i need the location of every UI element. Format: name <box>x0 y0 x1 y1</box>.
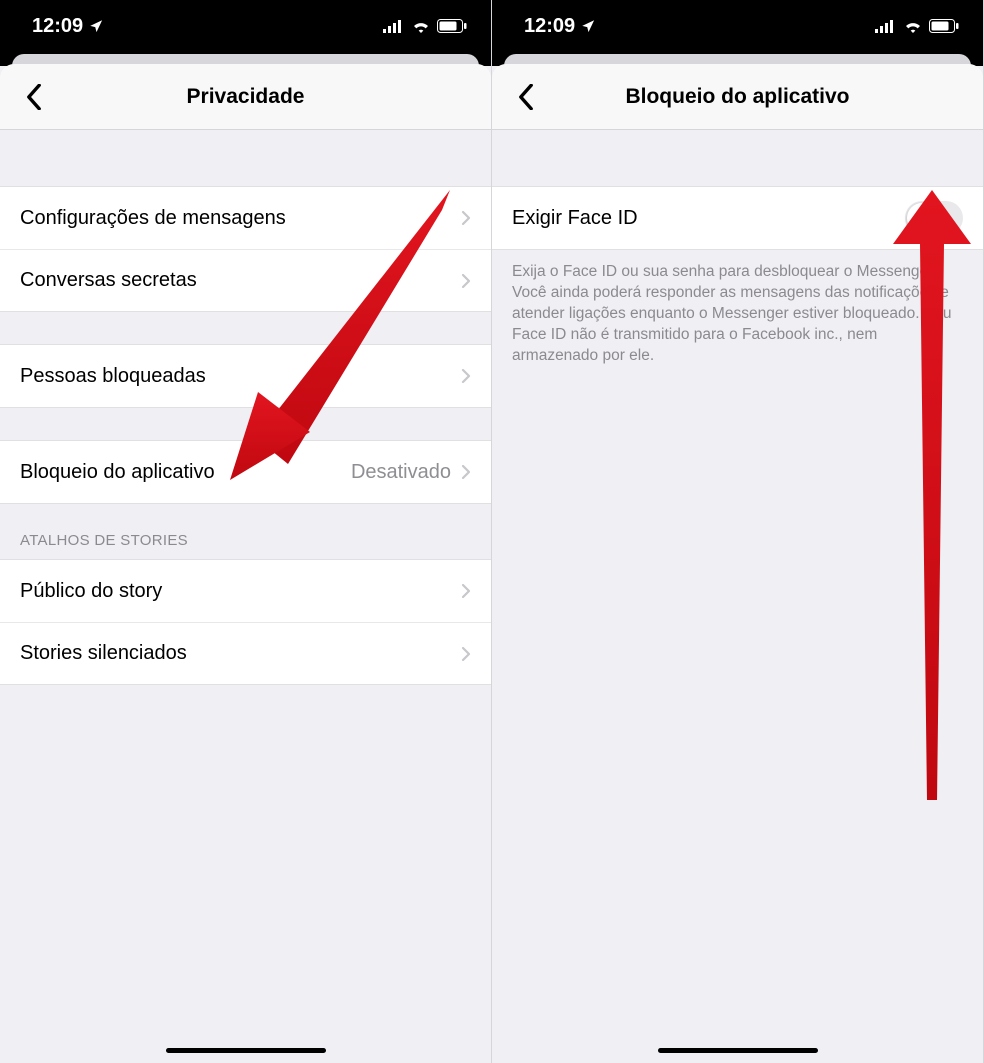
description-text: Exija o Face ID ou sua senha para desblo… <box>492 250 983 367</box>
content-area: Configurações de mensagens Conversas sec… <box>0 130 491 1063</box>
battery-icon <box>437 19 467 33</box>
row-app-lock[interactable]: Bloqueio do aplicativo Desativado <box>0 441 491 503</box>
chevron-right-icon <box>461 368 471 384</box>
group-blocked: Pessoas bloqueadas <box>0 344 491 408</box>
page-title: Privacidade <box>187 85 305 109</box>
row-label: Stories silenciados <box>20 642 461 665</box>
group-app-lock: Bloqueio do aplicativo Desativado <box>0 440 491 504</box>
row-label: Conversas secretas <box>20 269 461 292</box>
chevron-right-icon <box>461 646 471 662</box>
back-button[interactable] <box>18 81 50 113</box>
back-button[interactable] <box>510 81 542 113</box>
row-label: Exigir Face ID <box>512 207 905 230</box>
group-faceid: Exigir Face ID <box>492 186 983 250</box>
status-bar: 12:09 <box>0 0 491 52</box>
row-secret-conversations[interactable]: Conversas secretas <box>0 249 491 311</box>
page-title: Bloqueio do aplicativo <box>625 85 849 109</box>
status-bar: 12:09 <box>492 0 983 52</box>
chevron-right-icon <box>461 464 471 480</box>
row-muted-stories[interactable]: Stories silenciados <box>0 622 491 684</box>
cellular-icon <box>383 19 405 33</box>
row-blocked-people[interactable]: Pessoas bloqueadas <box>0 345 491 407</box>
row-story-audience[interactable]: Público do story <box>0 560 491 622</box>
faceid-toggle[interactable] <box>905 201 963 235</box>
content-area: Exigir Face ID Exija o Face ID ou sua se… <box>492 130 983 1063</box>
nav-bar: Privacidade <box>0 64 491 130</box>
cellular-icon <box>875 19 897 33</box>
section-header-stories: ATALHOS DE STORIES <box>0 504 491 559</box>
status-time: 12:09 <box>524 15 575 38</box>
row-label: Público do story <box>20 580 461 603</box>
location-icon <box>89 19 104 34</box>
nav-bar: Bloqueio do aplicativo <box>492 64 983 130</box>
chevron-right-icon <box>461 583 471 599</box>
chevron-right-icon <box>461 210 471 226</box>
toggle-knob <box>907 203 937 233</box>
row-label: Bloqueio do aplicativo <box>20 461 351 484</box>
group-messaging: Configurações de mensagens Conversas sec… <box>0 186 491 312</box>
chevron-right-icon <box>461 273 471 289</box>
battery-icon <box>929 19 959 33</box>
row-label: Pessoas bloqueadas <box>20 365 461 388</box>
phone-left-privacidade: 12:09 Privacidade Configurações <box>0 0 492 1063</box>
home-indicator[interactable] <box>658 1048 818 1053</box>
row-require-faceid[interactable]: Exigir Face ID <box>492 187 983 249</box>
row-value: Desativado <box>351 461 461 484</box>
row-message-settings[interactable]: Configurações de mensagens <box>0 187 491 249</box>
wifi-icon <box>903 19 923 33</box>
row-label: Configurações de mensagens <box>20 207 461 230</box>
status-time: 12:09 <box>32 15 83 38</box>
phone-right-applock: 12:09 Bloqueio do aplicativo Ex <box>492 0 984 1063</box>
location-icon <box>581 19 596 34</box>
wifi-icon <box>411 19 431 33</box>
group-stories: Público do story Stories silenciados <box>0 559 491 685</box>
home-indicator[interactable] <box>166 1048 326 1053</box>
